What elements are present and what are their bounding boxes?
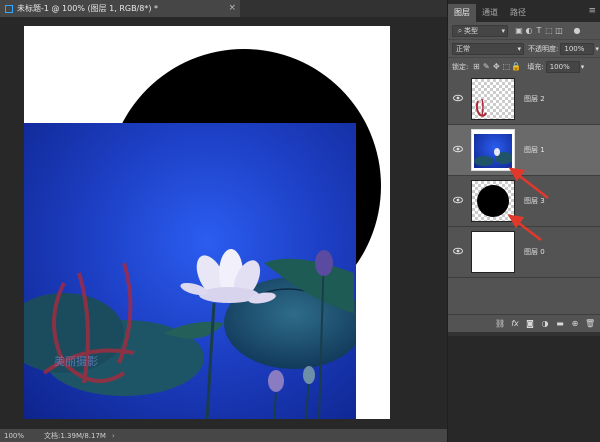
blend-mode-value: 正常 (456, 44, 470, 53)
document-info: 文档:1.39M/8.17M (44, 431, 106, 440)
layer-row-layer-0[interactable]: 图层 0 (448, 227, 600, 278)
layer-row-layer-3[interactable]: 图层 3 (448, 176, 600, 227)
chevron-down-icon[interactable]: ▾ (595, 45, 599, 53)
lock-all-icon[interactable]: 🔒 (511, 62, 521, 72)
panel-tab-bar: 图层 通道 路径 ≡ (448, 0, 600, 22)
watermark-text: 美丽摄影 (54, 354, 98, 368)
layer-thumbnail[interactable] (471, 231, 515, 273)
filter-toggle-icon[interactable]: ● (572, 26, 582, 36)
link-layers-icon[interactable]: ⛓ (495, 319, 505, 329)
tab-paths[interactable]: 路径 (504, 4, 532, 22)
blend-mode-select[interactable]: 正常 ▾ (452, 42, 524, 55)
layer-name[interactable]: 图层 3 (524, 196, 545, 206)
document-title: 未标题-1 @ 100% (图层 1, RGB/8*) * (17, 4, 159, 13)
fill-field[interactable]: 100% (545, 60, 580, 73)
layers-panel: 图层 通道 路径 ≡ ⌕ 类型 ▾ ▣ ◐ T ⬚ ◫ ● 正常 ▾ 不透明度:… (447, 0, 600, 442)
layer-filter-row: ⌕ 类型 ▾ ▣ ◐ T ⬚ ◫ ● (448, 22, 600, 40)
photoshop-doc-icon (5, 4, 13, 13)
group-folder-icon[interactable]: ▬ (555, 319, 565, 329)
tab-layers[interactable]: 图层 (448, 4, 476, 22)
lotus-photo-illustration: 美丽摄影 (24, 249, 356, 419)
layer-name[interactable]: 图层 0 (524, 247, 545, 257)
new-layer-icon[interactable]: ⊕ (570, 319, 580, 329)
chevron-down-icon: ▾ (501, 26, 505, 35)
layer-thumbnail[interactable] (471, 129, 515, 171)
panel-menu-icon[interactable]: ≡ (588, 6, 596, 16)
tab-channels[interactable]: 通道 (476, 4, 504, 22)
layer-thumbnail[interactable] (471, 180, 515, 222)
fill-value: 100% (549, 62, 570, 71)
filter-kind-value: 类型 (464, 26, 478, 35)
eye-icon[interactable] (453, 144, 463, 154)
chevron-down-icon: ▾ (517, 44, 521, 53)
layer-list: 图层 2 图层 1 图层 3 图层 0 (448, 74, 600, 314)
layer-style-fx-icon[interactable]: fx (510, 319, 520, 329)
status-arrow-icon[interactable]: › (112, 432, 115, 440)
layer-name[interactable]: 图层 1 (524, 145, 545, 155)
blend-mode-row: 正常 ▾ 不透明度: 100% ▾ (448, 40, 600, 58)
shape-filter-icon[interactable]: ⬚ (544, 26, 554, 36)
lock-position-icon[interactable]: ✥ (491, 62, 501, 72)
lock-pixels-icon[interactable]: ✎ (481, 62, 491, 72)
opacity-label: 不透明度: (528, 44, 559, 53)
lotus-photo-layer: 美丽摄影 (24, 123, 356, 419)
fill-label: 填充: (527, 62, 544, 71)
canvas-area[interactable]: 美丽摄影 (0, 17, 447, 429)
zoom-level[interactable]: 100% (4, 432, 40, 440)
layer-thumbnail[interactable] (471, 78, 515, 120)
layer-name[interactable]: 图层 2 (524, 94, 545, 104)
opacity-value: 100% (564, 44, 585, 53)
layer-row-layer-1[interactable]: 图层 1 (448, 125, 600, 176)
smart-object-filter-icon[interactable]: ◫ (554, 26, 564, 36)
document-tab-bar: 未标题-1 @ 100% (图层 1, RGB/8*) * × (0, 0, 447, 17)
lock-transparency-icon[interactable]: ⊞ (471, 62, 481, 72)
status-bar: 100% 文档:1.39M/8.17M › (0, 429, 447, 442)
eye-icon[interactable] (453, 195, 463, 205)
layer-row-layer-2[interactable]: 图层 2 (448, 74, 600, 125)
lock-artboard-icon[interactable]: ⬚ (501, 62, 511, 72)
filter-kind-select[interactable]: ⌕ 类型 ▾ (452, 24, 508, 37)
document-canvas[interactable]: 美丽摄影 (24, 26, 390, 419)
chevron-down-icon[interactable]: ▾ (581, 63, 585, 71)
lock-label: 锁定: (452, 62, 469, 71)
layer-panel-footer: ⛓ fx ◙ ◑ ▬ ⊕ 🗑 (448, 314, 600, 332)
eye-icon[interactable] (453, 93, 463, 103)
close-icon[interactable]: × (228, 3, 236, 13)
pixel-filter-icon[interactable]: ▣ (514, 26, 524, 36)
adjustment-layer-icon[interactable]: ◑ (540, 319, 550, 329)
opacity-field[interactable]: 100% (560, 42, 595, 55)
panel-empty-area (448, 332, 600, 442)
type-filter-icon[interactable]: T (534, 26, 544, 36)
document-tab[interactable]: 未标题-1 @ 100% (图层 1, RGB/8*) * × (0, 0, 240, 17)
eye-icon[interactable] (453, 246, 463, 256)
trash-icon[interactable]: 🗑 (585, 319, 595, 329)
add-mask-icon[interactable]: ◙ (525, 319, 535, 329)
adjustment-filter-icon[interactable]: ◐ (524, 26, 534, 36)
search-icon: ⌕ (457, 25, 463, 35)
